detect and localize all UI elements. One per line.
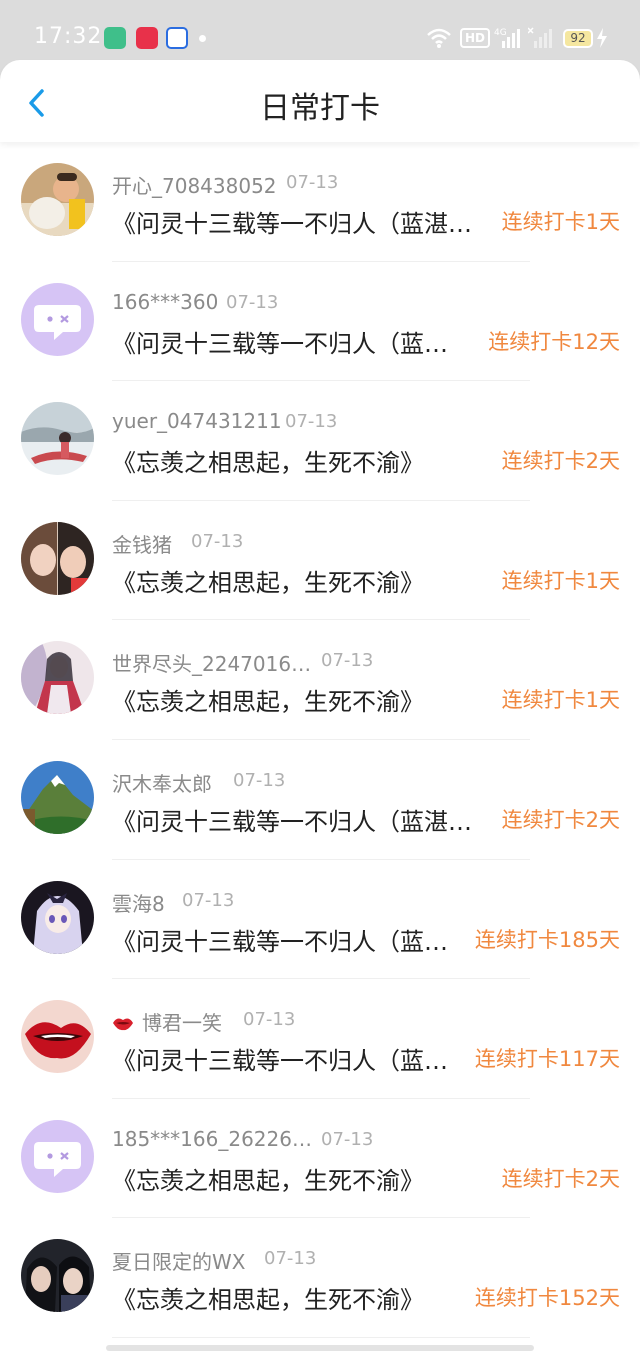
user-name: yuer_047431211 xyxy=(112,409,282,434)
list-item[interactable]: 开心_708438052 07-13 《问灵十三载等一不归人（蓝湛篇… 连续打卡… xyxy=(0,142,640,262)
checkin-date: 07-13 xyxy=(226,291,279,313)
list-item[interactable]: 金钱猪 07-13 《忘羡之相思起，生死不渝》 连续打卡1天 xyxy=(0,501,640,621)
list-item[interactable]: 世界尽头_2247016… 07-13 《忘羡之相思起，生死不渝》 连续打卡1天 xyxy=(0,620,640,740)
book-title: 《忘羡之相思起，生死不渝》 xyxy=(112,1166,424,1195)
status-time: 17:32 xyxy=(34,24,103,49)
checkin-list: 开心_708438052 07-13 《问灵十三载等一不归人（蓝湛篇… 连续打卡… xyxy=(0,142,640,1338)
signal-sim2-icon xyxy=(528,27,552,48)
avatar[interactable] xyxy=(21,521,94,595)
avatar[interactable] xyxy=(21,402,94,476)
checkin-date: 07-13 xyxy=(264,1248,317,1270)
avatar[interactable] xyxy=(21,641,94,715)
checkin-date: 07-13 xyxy=(321,650,374,672)
streak-label: 连续打卡185天 xyxy=(474,927,620,952)
user-name: 166***360 xyxy=(112,289,219,314)
user-name: 世界尽头_2247016… xyxy=(112,652,312,677)
default-avatar-chat-icon xyxy=(21,282,94,356)
book-title: 《问灵十三载等一不归人（蓝湛… xyxy=(112,329,470,358)
battery-indicator: 92 xyxy=(563,29,593,48)
book-title: 《忘羡之相思起，生死不渝》 xyxy=(112,1286,424,1315)
streak-label: 连续打卡2天 xyxy=(501,449,620,474)
user-name: 开心_708438052 xyxy=(112,174,277,198)
xiaohongshu-notification-icon xyxy=(136,27,158,49)
checkin-date: 07-13 xyxy=(233,769,286,791)
avatar[interactable] xyxy=(21,1000,94,1074)
checkin-date: 07-13 xyxy=(321,1128,374,1150)
book-title: 《忘羡之相思起，生死不渝》 xyxy=(112,688,424,717)
list-item[interactable]: 博君一笑 07-13 《问灵十三载等一不归人（蓝湛… 连续打卡117天 xyxy=(0,979,640,1099)
signal-4g-icon: 4G xyxy=(494,28,520,48)
streak-label: 连续打卡1天 xyxy=(501,688,620,713)
avatar-photo-anime xyxy=(21,880,94,954)
book-title: 《问灵十三载等一不归人（蓝湛… xyxy=(112,1047,470,1076)
user-name: 夏日限定的WX xyxy=(112,1250,246,1275)
charging-bolt-icon xyxy=(597,28,607,48)
book-title: 《忘羡之相思起，生死不渝》 xyxy=(112,449,424,478)
row-divider xyxy=(112,1336,530,1338)
user-name: 金钱猪 xyxy=(112,532,172,557)
avatar-photo-painting xyxy=(21,641,94,715)
page-title: 日常打卡 xyxy=(260,91,380,126)
book-title: 《问灵十三载等一不归人（蓝湛篇… xyxy=(112,210,494,238)
streak-label: 连续打卡1天 xyxy=(501,568,620,593)
avatar[interactable] xyxy=(21,1239,94,1313)
avatar-photo-child xyxy=(21,163,94,236)
app-notification-icon xyxy=(104,27,126,49)
list-item[interactable]: 沢木奉太郎 07-13 《问灵十三载等一不归人（蓝湛篇… 连续打卡2天 xyxy=(0,740,640,860)
scroll-indicator xyxy=(106,1345,534,1351)
streak-label: 连续打卡12天 xyxy=(488,329,620,354)
book-title: 《问灵十三载等一不归人（蓝湛篇… xyxy=(112,807,494,836)
page-header: 日常打卡 xyxy=(0,60,640,142)
streak-label: 连续打卡1天 xyxy=(501,210,620,234)
avatar[interactable] xyxy=(21,282,94,356)
user-name: 沢木奉太郎 xyxy=(112,771,212,796)
avatar[interactable] xyxy=(21,760,94,834)
list-item[interactable]: 雲海8 07-13 《问灵十三载等一不归人（蓝湛… 连续打卡185天 xyxy=(0,860,640,980)
streak-label: 连续打卡2天 xyxy=(501,1166,620,1191)
user-name: 雲海8 xyxy=(112,891,165,916)
avatar[interactable] xyxy=(21,880,94,954)
checkin-date: 07-13 xyxy=(243,1009,296,1031)
user-name-text: 博君一笑 xyxy=(142,1011,222,1036)
streak-label: 连续打卡152天 xyxy=(474,1286,620,1311)
wifi-icon xyxy=(427,28,451,48)
lips-icon xyxy=(113,1018,133,1031)
browser-notification-icon xyxy=(166,27,188,49)
streak-label: 连续打卡2天 xyxy=(501,807,620,832)
user-name: 185***166_26226… xyxy=(112,1126,312,1151)
hd-badge: HD xyxy=(460,28,491,48)
network-label: 4G xyxy=(494,28,507,38)
list-item[interactable]: 185***166_26226… 07-13 《忘羡之相思起，生死不渝》 连续打… xyxy=(0,1099,640,1219)
more-notifications-dot-icon xyxy=(199,35,206,42)
avatar[interactable] xyxy=(21,1119,94,1193)
avatar-photo-duo xyxy=(21,1239,94,1313)
avatar-photo-mountain xyxy=(21,760,94,834)
streak-label: 连续打卡117天 xyxy=(474,1047,620,1072)
list-item[interactable]: 166***360 07-13 《问灵十三载等一不归人（蓝湛… 连续打卡12天 xyxy=(0,262,640,382)
avatar-photo-snow xyxy=(21,402,94,476)
checkin-date: 07-13 xyxy=(286,172,339,193)
list-item[interactable]: yuer_047431211 07-13 《忘羡之相思起，生死不渝》 连续打卡2… xyxy=(0,381,640,501)
avatar-photo-lips xyxy=(21,1000,94,1074)
book-title: 《问灵十三载等一不归人（蓝湛… xyxy=(112,927,470,956)
checkin-date: 07-13 xyxy=(285,411,338,433)
checkin-date: 07-13 xyxy=(182,889,235,911)
avatar[interactable] xyxy=(21,163,94,236)
avatar-photo-selfie xyxy=(21,521,94,595)
book-title: 《忘羡之相思起，生死不渝》 xyxy=(112,568,424,597)
user-name: 博君一笑 xyxy=(112,1007,222,1036)
default-avatar-chat-icon xyxy=(21,1119,94,1193)
list-item[interactable]: 夏日限定的WX 07-13 《忘羡之相思起，生死不渝》 连续打卡152天 xyxy=(0,1218,640,1338)
checkin-date: 07-13 xyxy=(191,530,244,552)
